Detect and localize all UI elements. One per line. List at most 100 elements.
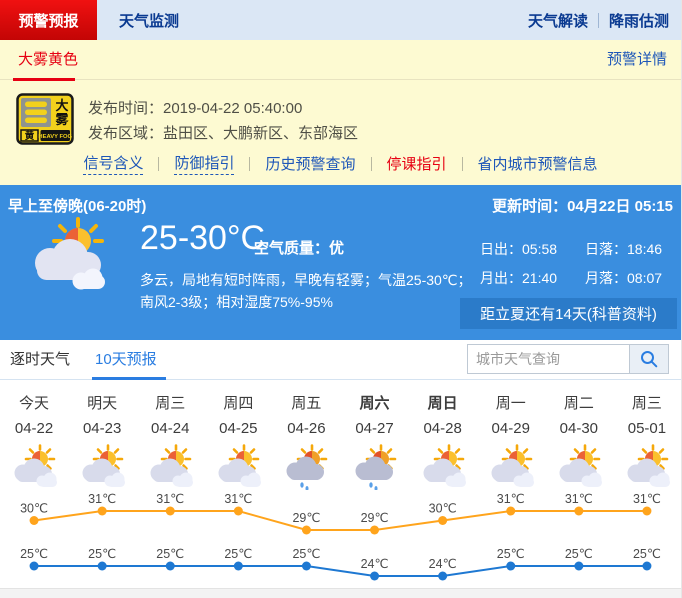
links-divider xyxy=(370,156,372,171)
cloudy-sun-icon xyxy=(136,442,204,492)
svg-text:31℃: 31℃ xyxy=(156,492,184,506)
current-weather-cloudy-sun-icon xyxy=(35,217,105,290)
cloudy-sun-icon xyxy=(68,442,136,492)
temperature-chart: 30℃ 31℃ 31℃ 31℃ 29℃ 29℃ 30℃ 31℃ 31℃ 31℃ 25℃ 25℃ 25℃ 2… xyxy=(20,492,661,581)
link-rain-estimate[interactable]: 降雨估测 xyxy=(609,10,669,31)
day-date: 04-27 xyxy=(355,420,394,437)
search-button[interactable] xyxy=(629,344,669,374)
svg-text:31℃: 31℃ xyxy=(497,492,525,506)
link-alert-details[interactable]: 预警详情 xyxy=(607,40,667,79)
tab-hourly-weather[interactable]: 逐时天气 xyxy=(10,340,70,379)
bottom-strip xyxy=(0,588,681,598)
cloudy-sun-icon xyxy=(409,442,477,492)
forecast-section: 逐时天气 10天预报 今天04-22明天04-23周三04-24周四04-25周… xyxy=(0,340,681,598)
air-quality: 空气质量：优 xyxy=(254,240,345,257)
moonrise-time: 月出：21:40 xyxy=(480,270,558,286)
top-nav-links: 天气解读 降雨估测 xyxy=(528,0,669,40)
forecast-period: 早上至傍晚(06-20时) xyxy=(8,198,147,215)
tab-ten-day-forecast[interactable]: 10天预报 xyxy=(95,340,157,379)
fog-char-2: 雾 xyxy=(54,112,69,127)
cloudy-sun-icon xyxy=(545,442,613,492)
top-nav: 预警预报 天气监测 天气解读 降雨估测 xyxy=(0,0,681,40)
forecast-day-column[interactable]: 今天 04-22 xyxy=(0,392,68,492)
tab-warning-forecast[interactable]: 预警预报 xyxy=(0,0,97,40)
forecast-day-column[interactable]: 周二 04-30 xyxy=(545,392,613,492)
day-date: 04-23 xyxy=(82,420,122,437)
heavy-fog-warning-icon: 大 雾 黄 HEAVY FOG xyxy=(16,93,74,145)
nav-divider xyxy=(597,12,599,28)
tab-weather-monitor[interactable]: 天气监测 xyxy=(119,0,179,40)
links-divider xyxy=(461,156,463,171)
moonset-time: 月落：08:07 xyxy=(585,270,663,286)
day-name: 周二 xyxy=(563,395,594,412)
forecast-day-column[interactable]: 周三 04-24 xyxy=(136,392,204,492)
svg-text:25℃: 25℃ xyxy=(20,547,48,561)
svg-text:24℃: 24℃ xyxy=(361,557,389,571)
day-name: 周五 xyxy=(291,395,322,412)
alert-tab-underline xyxy=(13,78,75,81)
forecast-day-column[interactable]: 周六 04-27 xyxy=(340,392,408,492)
rain-sun-icon xyxy=(272,442,340,492)
link-weather-interpretation[interactable]: 天气解读 xyxy=(528,10,588,31)
day-name: 今天 xyxy=(19,395,50,412)
forecast-day-column[interactable]: 周三 05-01 xyxy=(613,392,681,492)
alert-tab-row: 大雾黄色 预警详情 xyxy=(0,40,681,81)
publish-time: 发布时间：2019-04-22 05:40:00 xyxy=(88,100,303,117)
svg-text:30℃: 30℃ xyxy=(20,502,48,516)
sunset-time: 日落：18:46 xyxy=(585,241,663,257)
forecast-day-column[interactable]: 明天 04-23 xyxy=(68,392,136,492)
day-date: 04-26 xyxy=(287,420,326,437)
svg-text:25℃: 25℃ xyxy=(292,547,320,561)
forecast-grid: 今天 04-22 明天 04-23 周三 04-24 周四 04-25 周五 04-26 周六 04-… xyxy=(0,380,681,492)
day-date: 04-30 xyxy=(559,420,599,437)
day-date: 04-25 xyxy=(219,420,258,437)
day-name: 周四 xyxy=(223,395,254,412)
links-divider xyxy=(158,156,160,171)
fog-footer-text: HEAVY FOG xyxy=(38,134,72,140)
day-name: 周三 xyxy=(631,395,662,412)
fog-level-text: 黄 xyxy=(25,130,35,142)
link-class-suspension-guide[interactable]: 停课指引 xyxy=(387,153,447,174)
svg-text:31℃: 31℃ xyxy=(633,492,661,506)
svg-text:31℃: 31℃ xyxy=(565,492,593,506)
cloudy-sun-icon xyxy=(477,442,545,492)
search-icon xyxy=(641,351,658,368)
link-history-warning-query[interactable]: 历史预警查询 xyxy=(265,153,355,174)
svg-text:25℃: 25℃ xyxy=(497,547,525,561)
link-defense-guide[interactable]: 防御指引 xyxy=(174,152,235,175)
cloudy-sun-icon xyxy=(613,442,681,492)
svg-text:24℃: 24℃ xyxy=(429,557,457,571)
sunrise-time: 日出：05:58 xyxy=(480,241,558,257)
forecast-day-column[interactable]: 周一 04-29 xyxy=(477,392,545,492)
publish-area: 发布区域：盐田区、大鹏新区、东部海区 xyxy=(88,125,359,142)
day-name: 周一 xyxy=(495,395,526,412)
svg-text:29℃: 29℃ xyxy=(292,511,320,525)
weather-description-line1: 多云，局地有短时阵雨，早晚有轻雾；气温25-30℃； xyxy=(140,272,472,288)
alert-section: 大雾黄色 预警详情 大 雾 黄 HEAVY FOG 发布时间：2019-04-2… xyxy=(0,40,681,185)
link-province-city-warnings[interactable]: 省内城市预警信息 xyxy=(478,153,598,174)
day-date: 04-29 xyxy=(491,420,530,437)
search-input[interactable] xyxy=(467,344,629,374)
weather-description-line2: 南风2-3级；相对湿度75%-95% xyxy=(140,294,333,310)
svg-text:25℃: 25℃ xyxy=(224,547,252,561)
svg-text:25℃: 25℃ xyxy=(156,547,184,561)
link-signal-meaning[interactable]: 信号含义 xyxy=(83,152,144,175)
forecast-day-column[interactable]: 周日 04-28 xyxy=(409,392,477,492)
links-divider xyxy=(249,156,251,171)
cloudy-sun-icon xyxy=(204,442,272,492)
svg-text:31℃: 31℃ xyxy=(88,492,116,506)
svg-text:30℃: 30℃ xyxy=(429,502,457,516)
day-name: 明天 xyxy=(87,395,118,412)
day-name: 周六 xyxy=(359,395,390,412)
sun-moon-times: 日出：05:58 日落：18:46 月出：21:40 月落：08:07 xyxy=(480,239,662,288)
svg-text:25℃: 25℃ xyxy=(565,547,593,561)
solar-term-countdown-badge[interactable]: 距立夏还有14天(科普资料) xyxy=(460,298,677,329)
forecast-day-column[interactable]: 周五 04-26 xyxy=(272,392,340,492)
update-time: 更新时间：04月22日 05:15 xyxy=(492,198,673,215)
tab-fog-yellow-alert[interactable]: 大雾黄色 xyxy=(18,40,78,79)
day-date: 04-24 xyxy=(151,420,190,437)
alert-links-row: 信号含义 防御指引 历史预警查询 停课指引 省内城市预警信息 xyxy=(0,152,681,175)
forecast-day-column[interactable]: 周四 04-25 xyxy=(204,392,272,492)
svg-text:25℃: 25℃ xyxy=(633,547,661,561)
day-name: 周三 xyxy=(155,395,186,412)
